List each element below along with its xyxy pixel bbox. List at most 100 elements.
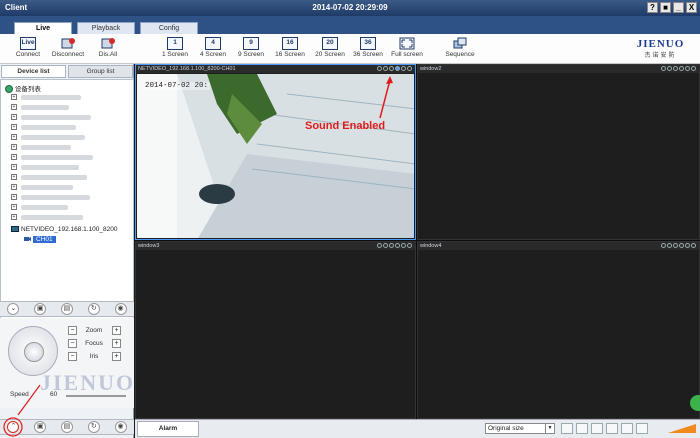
ptz-joystick[interactable] [8, 326, 58, 376]
layout-20-button[interactable]: 20 20 Screen [312, 37, 348, 58]
layout-16-button[interactable]: 16 16 Screen [272, 37, 308, 58]
tree-row[interactable]: + [11, 143, 129, 152]
snapshot-icon[interactable] [561, 423, 573, 434]
tree-device[interactable]: NETVIDEO_192.168.1.100_8200 [11, 226, 117, 233]
tree-row[interactable]: + [11, 93, 129, 102]
record-icon[interactable] [673, 66, 678, 71]
collapse-icon[interactable]: ⌄ [7, 303, 20, 315]
settings-button[interactable]: ■ [660, 2, 671, 13]
window-controls: ? ■ _ X [647, 2, 697, 13]
zoom-in-icon[interactable] [591, 423, 603, 434]
tab-alarm[interactable]: Alarm [137, 421, 199, 437]
color-icon[interactable]: ◉ [114, 421, 127, 433]
iris-close-button[interactable]: − [68, 352, 77, 361]
tree-row[interactable]: + [11, 213, 129, 222]
color-icon[interactable]: ◉ [114, 303, 127, 315]
zoom-in-icon[interactable] [661, 66, 666, 71]
record-icon[interactable]: ▤ [60, 303, 73, 315]
record-icon[interactable] [576, 423, 588, 434]
layout-1-button[interactable]: 1 1 Screen [158, 37, 192, 58]
status-indicator[interactable] [690, 395, 700, 411]
zoom-out-icon[interactable] [606, 423, 618, 434]
layout-9-button[interactable]: 9 9 Screen [234, 37, 268, 58]
tree-row[interactable]: + [11, 163, 129, 172]
close-icon[interactable] [407, 66, 412, 71]
record-icon[interactable] [389, 243, 394, 248]
layout-9-icon: 9 [243, 37, 259, 50]
minimize-button[interactable]: _ [673, 2, 684, 13]
sequence-button[interactable]: Sequence [444, 37, 476, 58]
tree-row[interactable]: + [11, 183, 129, 192]
connect-button[interactable]: Live Connect [10, 37, 46, 58]
snapshot-icon[interactable] [685, 243, 690, 248]
video-window-4[interactable]: window4 [417, 241, 700, 419]
speaker-icon[interactable] [636, 423, 648, 434]
tab-playback[interactable]: Playback [77, 22, 135, 34]
close-button[interactable]: X [686, 2, 697, 13]
layout-36-button[interactable]: 36 36 Screen [350, 37, 386, 58]
iris-control: − Iris + [64, 352, 124, 362]
tree-row[interactable]: + [11, 103, 129, 112]
joystick-knob[interactable] [24, 342, 44, 362]
window-header: NETVIDEO_192.168.1.100_8200-CH01 [136, 65, 415, 73]
preset-icon[interactable]: ↻ [87, 421, 100, 433]
sequence-icon [453, 37, 467, 49]
tree-row[interactable]: + [11, 113, 129, 122]
zoom-in-icon[interactable] [661, 243, 666, 248]
snapshot-icon[interactable]: ▣ [34, 421, 47, 433]
video-size-select[interactable]: Original size ▼ [485, 423, 555, 434]
tree-row[interactable]: + [11, 173, 129, 182]
tab-group-list[interactable]: Group list [68, 65, 133, 78]
video-window-2[interactable]: window2 [417, 64, 700, 240]
expand-icon[interactable]: ⌃ [7, 421, 20, 433]
fullscreen-button[interactable]: Full screen [390, 37, 424, 58]
file-icon[interactable] [621, 423, 633, 434]
help-button[interactable]: ? [647, 2, 658, 13]
brand-watermark: JIENUO [40, 370, 136, 395]
tree-row[interactable]: + [11, 133, 129, 142]
device-icon [11, 226, 19, 233]
sound-icon[interactable] [679, 66, 684, 71]
tree-row[interactable]: + [11, 193, 129, 202]
disconnect-button[interactable]: Disconnect [48, 37, 88, 58]
focus-out-button[interactable]: − [68, 339, 77, 348]
volume-slider[interactable] [668, 424, 696, 433]
video-window-3[interactable]: window3 [135, 241, 416, 419]
sound-icon[interactable] [679, 243, 684, 248]
snapshot-icon[interactable] [685, 66, 690, 71]
snapshot-icon[interactable]: ▣ [34, 303, 47, 315]
zoom-out-icon[interactable] [383, 66, 388, 71]
close-icon[interactable] [691, 243, 696, 248]
disconnect-all-button[interactable]: Dis.All [90, 37, 126, 58]
zoom-out-icon[interactable] [383, 243, 388, 248]
zoom-out-icon[interactable] [667, 66, 672, 71]
tree-root[interactable]: 设备列表 [5, 83, 41, 94]
video-window-1[interactable]: NETVIDEO_192.168.1.100_8200-CH01 2014-07… [135, 64, 416, 240]
record-icon[interactable] [389, 66, 394, 71]
sound-icon[interactable] [395, 243, 400, 248]
zoom-out-icon[interactable] [667, 243, 672, 248]
tree-row[interactable]: + [11, 123, 129, 132]
layout-4-button[interactable]: 4 4 Screen [196, 37, 230, 58]
zoom-in-button[interactable]: + [112, 326, 121, 335]
window-title: window2 [420, 66, 442, 72]
zoom-out-button[interactable]: − [68, 326, 77, 335]
close-icon[interactable] [407, 243, 412, 248]
snapshot-icon[interactable] [401, 243, 406, 248]
snapshot-icon[interactable] [401, 66, 406, 71]
tree-row[interactable]: + [11, 153, 129, 162]
sound-icon[interactable] [395, 66, 400, 71]
tab-config[interactable]: Config [140, 22, 198, 34]
tab-live[interactable]: Live [14, 22, 72, 34]
iris-open-button[interactable]: + [112, 352, 121, 361]
record-icon[interactable] [673, 243, 678, 248]
tree-channel[interactable]: CH01 [33, 236, 56, 243]
tree-row[interactable]: + [11, 203, 129, 212]
zoom-in-icon[interactable] [377, 243, 382, 248]
record-icon[interactable]: ▤ [60, 421, 73, 433]
preset-icon[interactable]: ↻ [87, 303, 100, 315]
tab-device-list[interactable]: Device list [1, 65, 66, 78]
close-icon[interactable] [691, 66, 696, 71]
zoom-in-icon[interactable] [377, 66, 382, 71]
focus-in-button[interactable]: + [112, 339, 121, 348]
